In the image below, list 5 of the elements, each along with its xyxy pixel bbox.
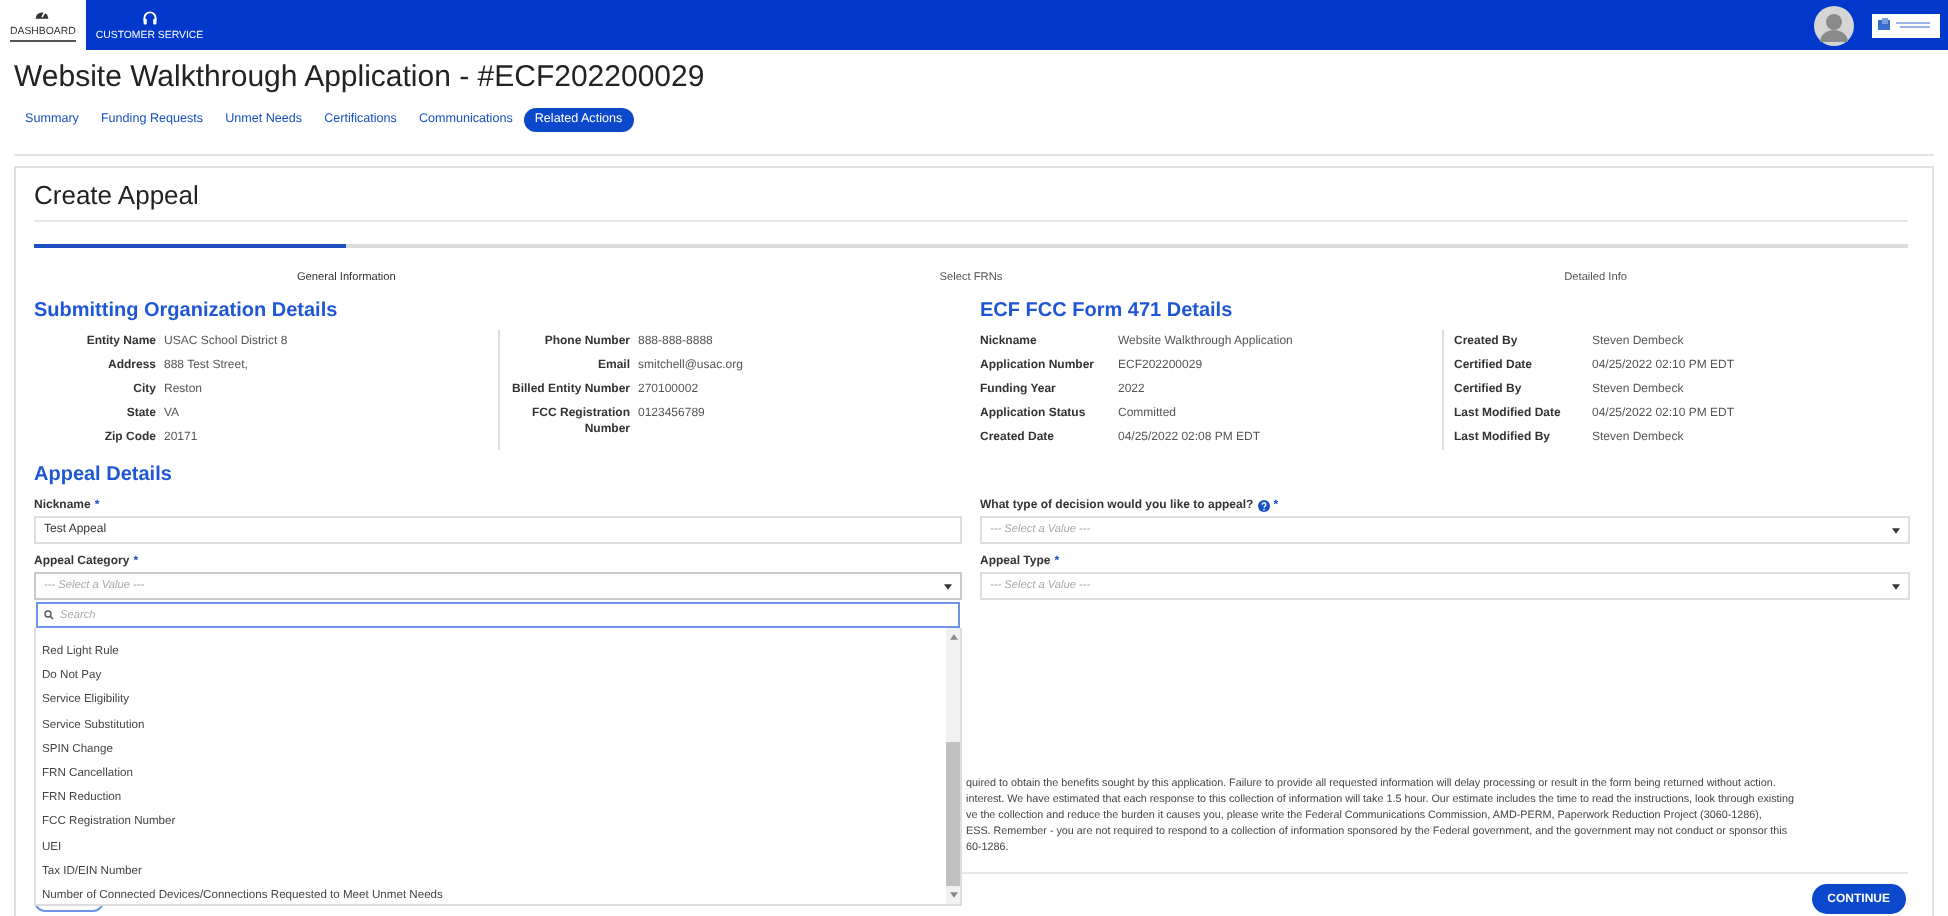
section-heading: Submitting Organization Details xyxy=(34,300,340,324)
card-title: Create Appeal xyxy=(34,178,201,214)
page-title: Website Walkthrough Application - #ECF202200029 xyxy=(12,58,707,98)
section-heading: ECF FCC Form 471 Details xyxy=(980,300,1235,324)
section-heading: Appeal Details xyxy=(34,464,174,488)
